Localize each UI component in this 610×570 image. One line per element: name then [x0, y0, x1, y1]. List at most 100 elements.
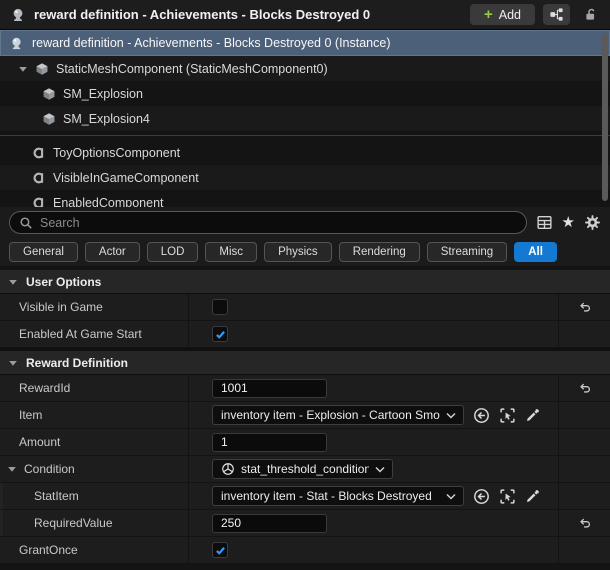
chevron-down-icon	[375, 466, 385, 473]
tree-row-toyoptionscomponent[interactable]: ToyOptionsComponent	[0, 140, 610, 165]
rewardid-input[interactable]	[212, 378, 327, 398]
condition-dropdown-value: stat_threshold_condition	[241, 462, 369, 476]
filter-actor[interactable]: Actor	[84, 242, 140, 262]
amount-input[interactable]	[212, 432, 327, 452]
row-item: Item inventory item - Explosion - Cartoo…	[0, 402, 610, 429]
eyedropper-icon[interactable]	[525, 407, 541, 423]
tree-row-enabledcomponent[interactable]: EnabledComponent	[0, 190, 610, 207]
row-rewardid: RewardId	[0, 375, 610, 402]
prop-label: Amount	[0, 429, 189, 455]
tree-row-sm-explosion[interactable]: SM_Explosion	[0, 81, 610, 106]
checkmark-icon	[215, 545, 226, 556]
tree-row-label: EnabledComponent	[53, 195, 164, 208]
filter-rendering[interactable]: Rendering	[338, 242, 420, 262]
tree-row-label: SM_Explosion4	[63, 111, 150, 126]
details-panel: reward definition - Achievements - Block…	[0, 0, 610, 570]
prop-label: Item	[0, 402, 189, 428]
requiredvalue-input[interactable]	[212, 513, 327, 533]
pick-asset-icon[interactable]	[499, 488, 516, 505]
lock-panel-button[interactable]	[578, 4, 602, 25]
tree-row-label: ToyOptionsComponent	[53, 145, 181, 160]
grid-view-icon[interactable]	[536, 214, 553, 231]
use-selected-asset-icon[interactable]	[473, 407, 490, 424]
caret-down-icon[interactable]	[7, 464, 17, 474]
visible-in-game-checkbox[interactable]	[212, 299, 228, 315]
hierarchy-icon	[549, 7, 564, 22]
tree-row-visibleingamecomponent[interactable]: VisibleInGameComponent	[0, 165, 610, 190]
add-component-button[interactable]: + Add	[469, 4, 535, 25]
static-mesh-icon	[42, 112, 56, 126]
condition-dropdown[interactable]: stat_threshold_condition	[212, 459, 393, 479]
filter-physics[interactable]: Physics	[264, 242, 332, 262]
tree-separator	[0, 131, 610, 140]
filter-bar: General Actor LOD Misc Physics Rendering…	[0, 238, 610, 266]
sphere-icon	[221, 462, 235, 476]
grantonce-checkbox[interactable]	[212, 542, 228, 558]
prop-label: Condition	[24, 462, 75, 476]
tree-row-label: VisibleInGameComponent	[53, 170, 199, 185]
search-input[interactable]	[9, 211, 527, 234]
reset-arrow-icon[interactable]	[578, 381, 592, 395]
reset-arrow-icon[interactable]	[578, 516, 592, 530]
eyedropper-icon[interactable]	[525, 488, 541, 504]
section-user-options[interactable]: User Options	[0, 270, 610, 294]
chevron-down-icon	[446, 412, 456, 419]
caret-down-icon	[8, 358, 18, 368]
filter-general[interactable]: General	[9, 242, 78, 262]
pick-asset-icon[interactable]	[499, 407, 516, 424]
statitem-dropdown[interactable]: inventory item - Stat - Blocks Destroyed	[212, 486, 464, 506]
caret-down-icon[interactable]	[18, 64, 28, 74]
use-selected-asset-icon[interactable]	[473, 488, 490, 505]
row-statitem: StatItem inventory item - Stat - Blocks …	[0, 483, 610, 510]
prop-label: Enabled At Game Start	[0, 321, 189, 347]
caret-down-icon	[8, 277, 18, 287]
star-icon[interactable]: ★	[562, 215, 575, 230]
row-requiredvalue: RequiredValue	[0, 510, 610, 537]
tree-row-sm-explosion4[interactable]: SM_Explosion4	[0, 106, 610, 131]
row-enabled-at-game-start: Enabled At Game Start	[0, 321, 610, 348]
prop-label: Visible in Game	[0, 294, 189, 320]
prop-label: RequiredValue	[0, 510, 189, 536]
tree-row-staticmeshcomponent[interactable]: StaticMeshComponent (StaticMeshComponent…	[0, 56, 610, 81]
row-grantonce: GrantOnce	[0, 537, 610, 564]
panel-header: reward definition - Achievements - Block…	[0, 0, 610, 29]
panel-title: reward definition - Achievements - Block…	[34, 7, 371, 22]
item-dropdown-value: inventory item - Explosion - Cartoon Smo…	[221, 408, 440, 422]
filter-lod[interactable]: LOD	[146, 242, 199, 262]
component-icon	[32, 171, 46, 185]
gear-icon[interactable]	[584, 214, 601, 231]
blueprint-hierarchy-button[interactable]	[543, 4, 570, 25]
tree-row-instance[interactable]: reward definition - Achievements - Block…	[0, 30, 610, 56]
property-list: User Options Visible in Game Enabled At …	[0, 266, 610, 570]
filter-streaming[interactable]: Streaming	[426, 242, 508, 262]
item-dropdown[interactable]: inventory item - Explosion - Cartoon Smo…	[212, 405, 464, 425]
actor-icon	[9, 36, 24, 51]
tree-row-label: reward definition - Achievements - Block…	[32, 36, 391, 50]
unlock-icon	[583, 7, 598, 22]
actor-icon	[10, 7, 26, 23]
reset-arrow-icon[interactable]	[578, 300, 592, 314]
chevron-down-icon	[446, 493, 456, 500]
filter-misc[interactable]: Misc	[205, 242, 258, 262]
static-mesh-icon	[35, 62, 49, 76]
filter-all[interactable]: All	[514, 242, 557, 262]
prop-label: RewardId	[0, 375, 189, 401]
tree-scrollbar[interactable]	[602, 33, 608, 201]
add-plus-icon: +	[483, 6, 493, 23]
tree-row-label: SM_Explosion	[63, 86, 143, 101]
row-condition: Condition stat_threshold_condition	[0, 456, 610, 483]
tree-row-label: StaticMeshComponent (StaticMeshComponent…	[56, 61, 328, 76]
row-visible-in-game: Visible in Game	[0, 294, 610, 321]
section-reward-definition[interactable]: Reward Definition	[0, 351, 610, 375]
static-mesh-icon	[42, 87, 56, 101]
search-field[interactable]	[40, 215, 517, 230]
search-section: ★	[0, 207, 610, 238]
enabled-at-game-start-checkbox[interactable]	[212, 326, 228, 342]
component-icon	[32, 196, 46, 207]
statitem-dropdown-value: inventory item - Stat - Blocks Destroyed	[221, 489, 432, 503]
checkmark-icon	[215, 329, 226, 340]
component-tree: reward definition - Achievements - Block…	[0, 29, 610, 207]
prop-label: GrantOnce	[0, 537, 189, 563]
component-icon	[32, 146, 46, 160]
prop-label: StatItem	[0, 483, 189, 509]
